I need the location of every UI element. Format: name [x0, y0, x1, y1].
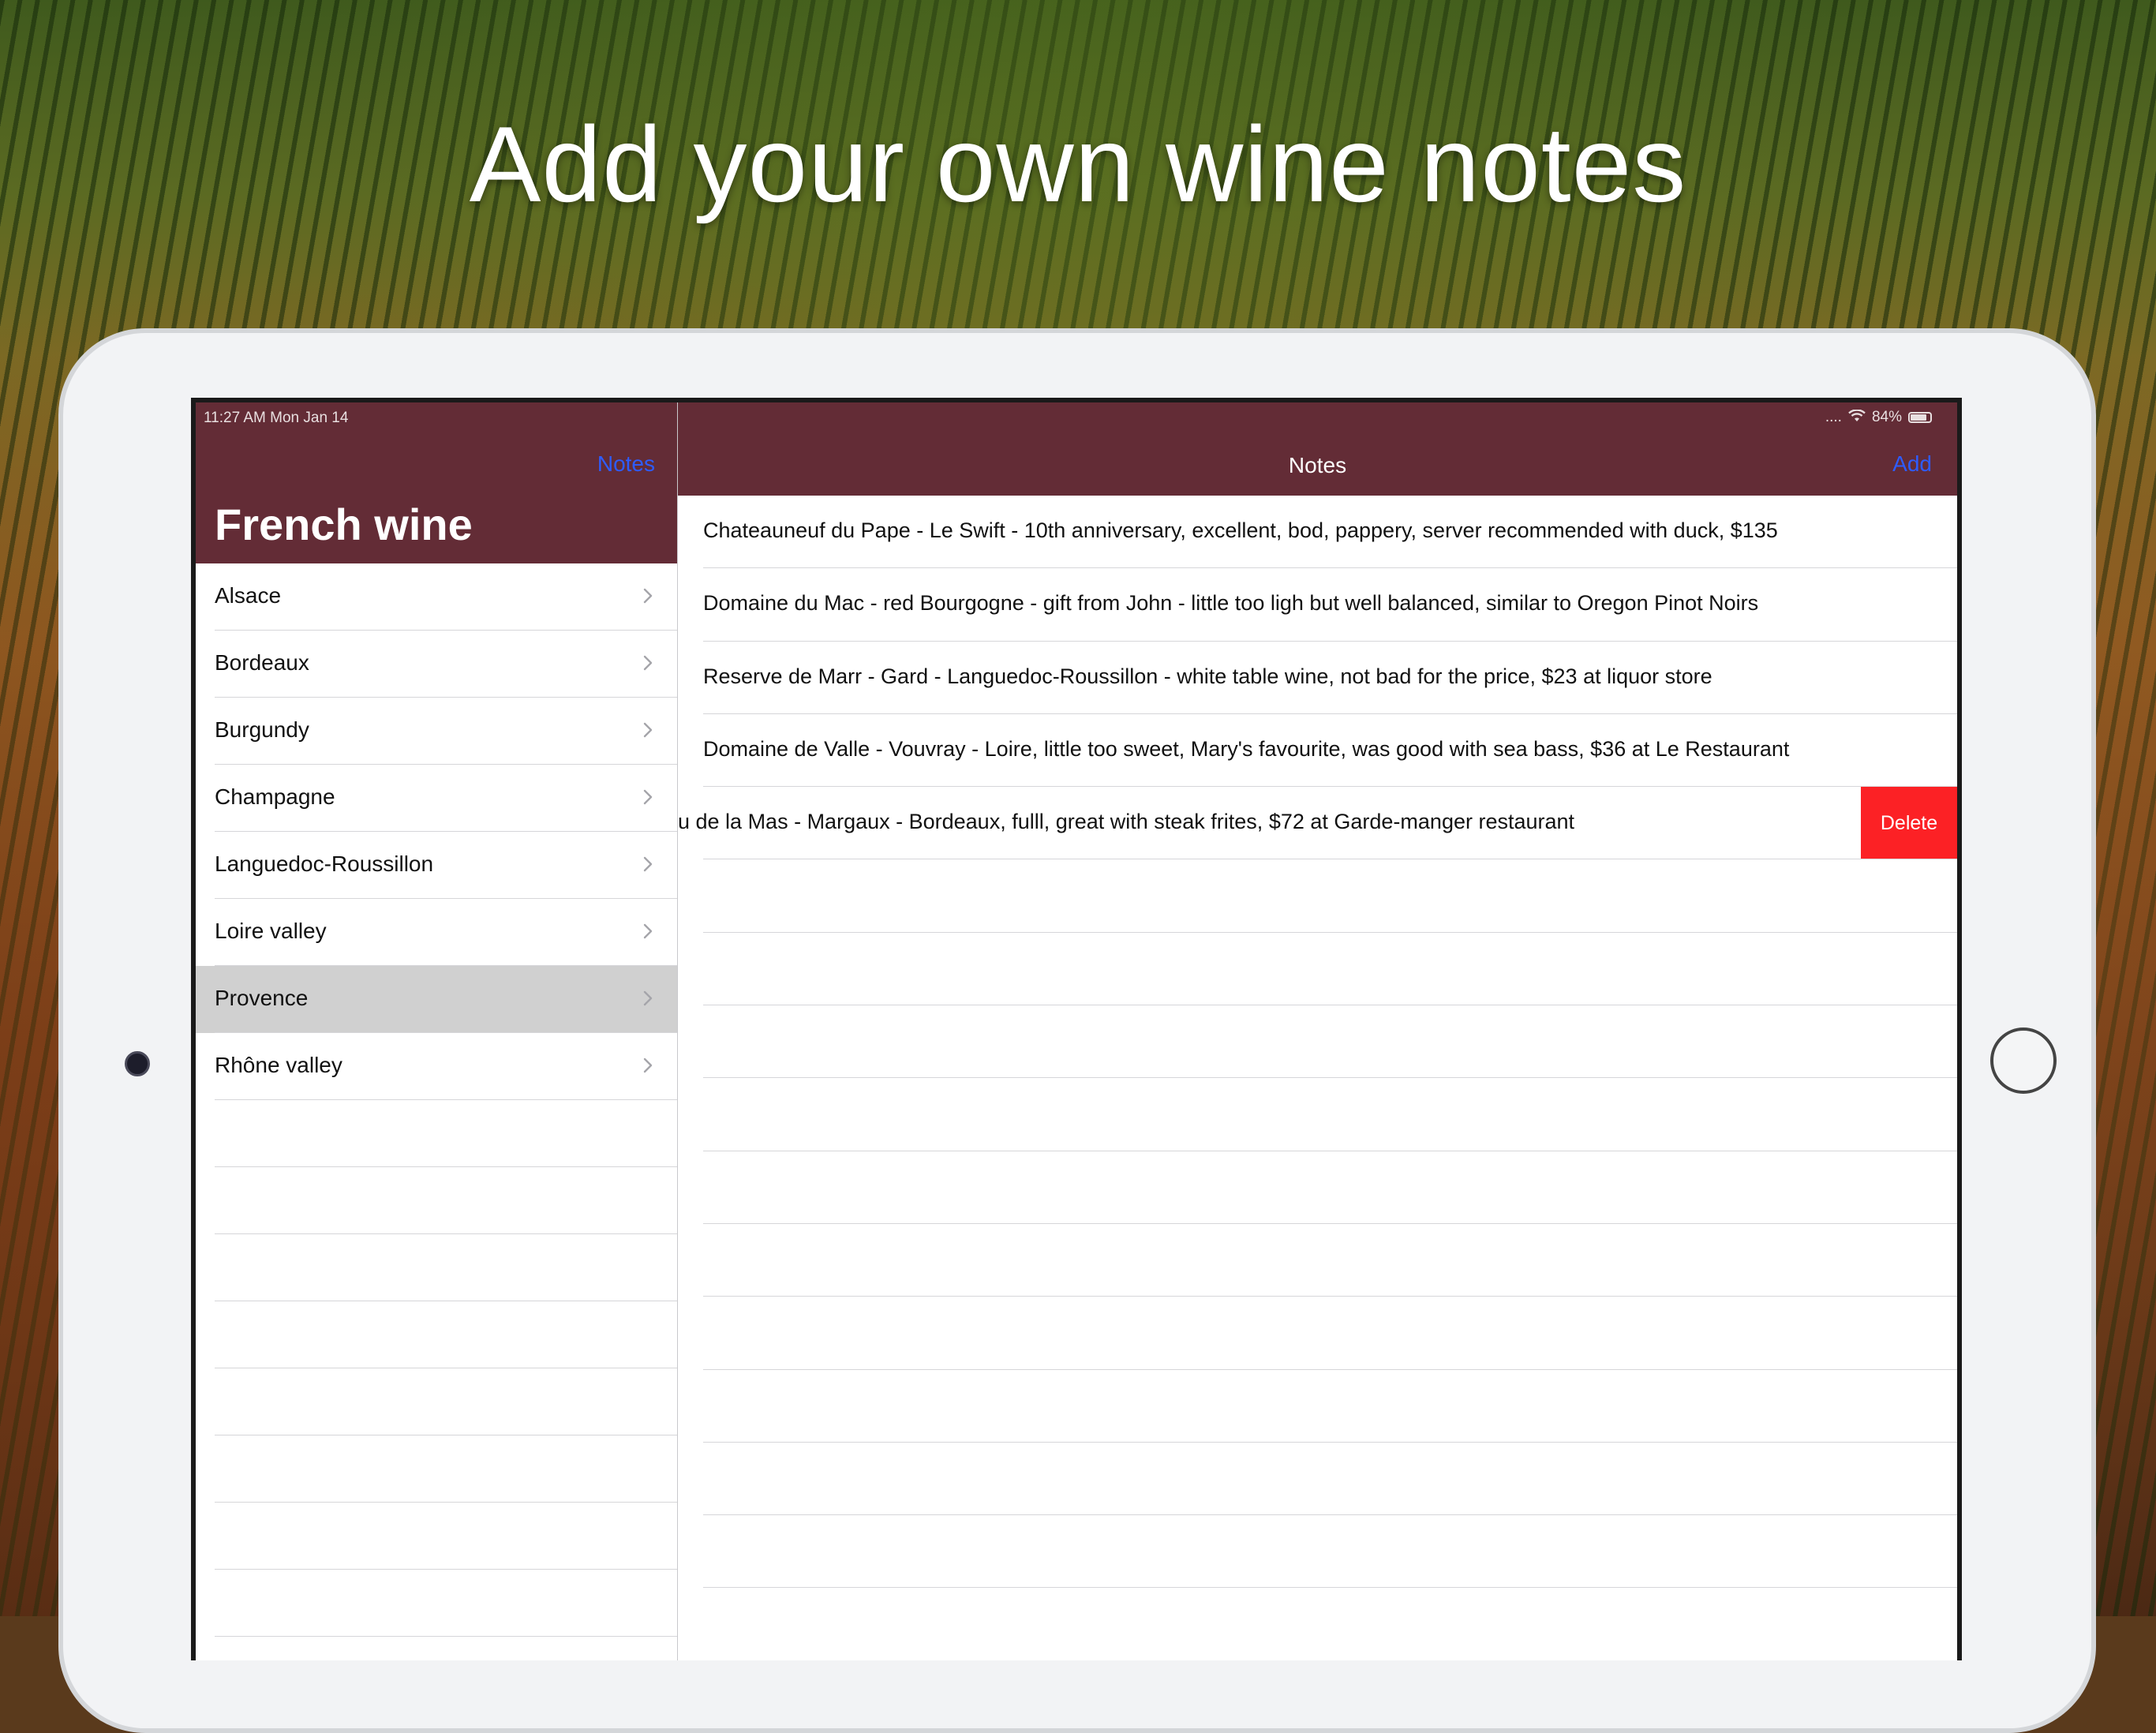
delete-button[interactable]: Delete [1861, 787, 1957, 860]
empty-region-row [196, 1570, 677, 1637]
empty-note-row [678, 1005, 1957, 1079]
empty-region-row [196, 1301, 677, 1368]
chevron-right-icon [636, 651, 660, 675]
promo-headline: Add your own wine notes [469, 104, 1687, 224]
sidebar: Notes French wine Alsace Bordeaux Burgundy… [196, 402, 678, 1660]
signal-dots: .... [1825, 409, 1842, 425]
empty-note-row [678, 1588, 1957, 1660]
region-row-loire-valley[interactable]: Loire valley [196, 899, 677, 966]
chevron-right-icon [636, 1054, 660, 1077]
camera-icon [125, 1051, 150, 1076]
battery-icon [1908, 412, 1932, 423]
region-row-burgundy[interactable]: Burgundy [196, 698, 677, 765]
status-bar: 11:27 AM Mon Jan 14 .... 84% [196, 402, 1957, 432]
sidebar-notes-link[interactable]: Notes [597, 451, 655, 477]
notes-panel: Notes Add Chateauneuf du Pape - Le Swift… [678, 402, 1957, 1660]
note-text: Domaine du Mac - red Bourgogne - gift fr… [703, 591, 1759, 616]
wifi-icon [1848, 408, 1866, 426]
add-button[interactable]: Add [1892, 451, 1932, 477]
notes-title: Notes [1288, 453, 1347, 477]
empty-region-row [196, 1167, 677, 1234]
region-row-champagne[interactable]: Champagne [196, 765, 677, 832]
region-label: Bordeaux [215, 650, 309, 675]
battery-percent: 84% [1871, 409, 1902, 425]
region-label: Champagne [215, 784, 335, 809]
empty-note-row [678, 1443, 1957, 1516]
note-text: u de la Mas - Margaux - Bordeaux, fulll,… [678, 810, 1575, 834]
chevron-right-icon [636, 785, 660, 809]
note-row[interactable]: Domaine du Mac - red Bourgogne - gift fr… [678, 568, 1957, 642]
empty-region-row [196, 1435, 677, 1503]
sidebar-title: French wine [215, 500, 473, 549]
empty-region-row [196, 1234, 677, 1301]
empty-note-row [678, 859, 1957, 934]
chevron-right-icon [636, 852, 660, 876]
region-label: Rhône valley [215, 1053, 342, 1077]
empty-note-row [678, 1297, 1957, 1370]
note-row[interactable]: Chateauneuf du Pape - Le Swift - 10th an… [678, 496, 1957, 569]
note-row[interactable]: u de la Mas - Margaux - Bordeaux, fulll,… [678, 787, 1957, 860]
region-label: Languedoc-Roussillon [215, 852, 434, 876]
note-text: Reserve de Marr - Gard - Languedoc-Rouss… [703, 664, 1712, 688]
empty-note-row [678, 1151, 1957, 1225]
region-label: Burgundy [215, 717, 309, 742]
region-row-bordeaux[interactable]: Bordeaux [196, 631, 677, 698]
region-row-alsace[interactable]: Alsace [196, 563, 677, 631]
region-row-languedoc-roussillon[interactable]: Languedoc-Roussillon [196, 832, 677, 899]
chevron-right-icon [636, 986, 660, 1010]
empty-region-row [196, 1100, 677, 1167]
empty-note-row [678, 1224, 1957, 1297]
status-time: 11:27 AM Mon Jan 14 [204, 410, 349, 426]
region-row-provence[interactable]: Provence [196, 966, 677, 1033]
note-text: Chateauneuf du Pape - Le Swift - 10th an… [703, 518, 1778, 542]
app-window: 11:27 AM Mon Jan 14 .... 84% Notes Frenc… [196, 402, 1957, 1660]
empty-note-row [678, 1078, 1957, 1151]
note-row[interactable]: Reserve de Marr - Gard - Languedoc-Rouss… [678, 642, 1957, 714]
note-text: Domaine de Valle - Vouvray - Loire, litt… [703, 736, 1790, 761]
chevron-right-icon [636, 919, 660, 943]
chevron-right-icon [636, 584, 660, 608]
empty-note-row [678, 1515, 1957, 1589]
home-button[interactable] [1990, 1027, 2057, 1094]
empty-region-row [196, 1368, 677, 1435]
chevron-right-icon [636, 718, 660, 742]
notes-list: Chateauneuf du Pape - Le Swift - 10th an… [678, 496, 1957, 1660]
empty-region-row [196, 1503, 677, 1570]
ipad-screen: 11:27 AM Mon Jan 14 .... 84% Notes Frenc… [191, 398, 1962, 1660]
status-right: .... 84% [1825, 408, 1932, 426]
empty-note-row [678, 1370, 1957, 1443]
region-list: Alsace Bordeaux Burgundy Champagne Languedoc… [196, 563, 677, 1637]
note-row[interactable]: Domaine de Valle - Vouvray - Loire, litt… [678, 714, 1957, 788]
region-label: Loire valley [215, 919, 327, 943]
region-row-rh-ne-valley[interactable]: Rhône valley [196, 1033, 677, 1100]
empty-note-row [678, 933, 1957, 1006]
region-label: Alsace [215, 583, 282, 608]
region-label: Provence [215, 986, 309, 1010]
